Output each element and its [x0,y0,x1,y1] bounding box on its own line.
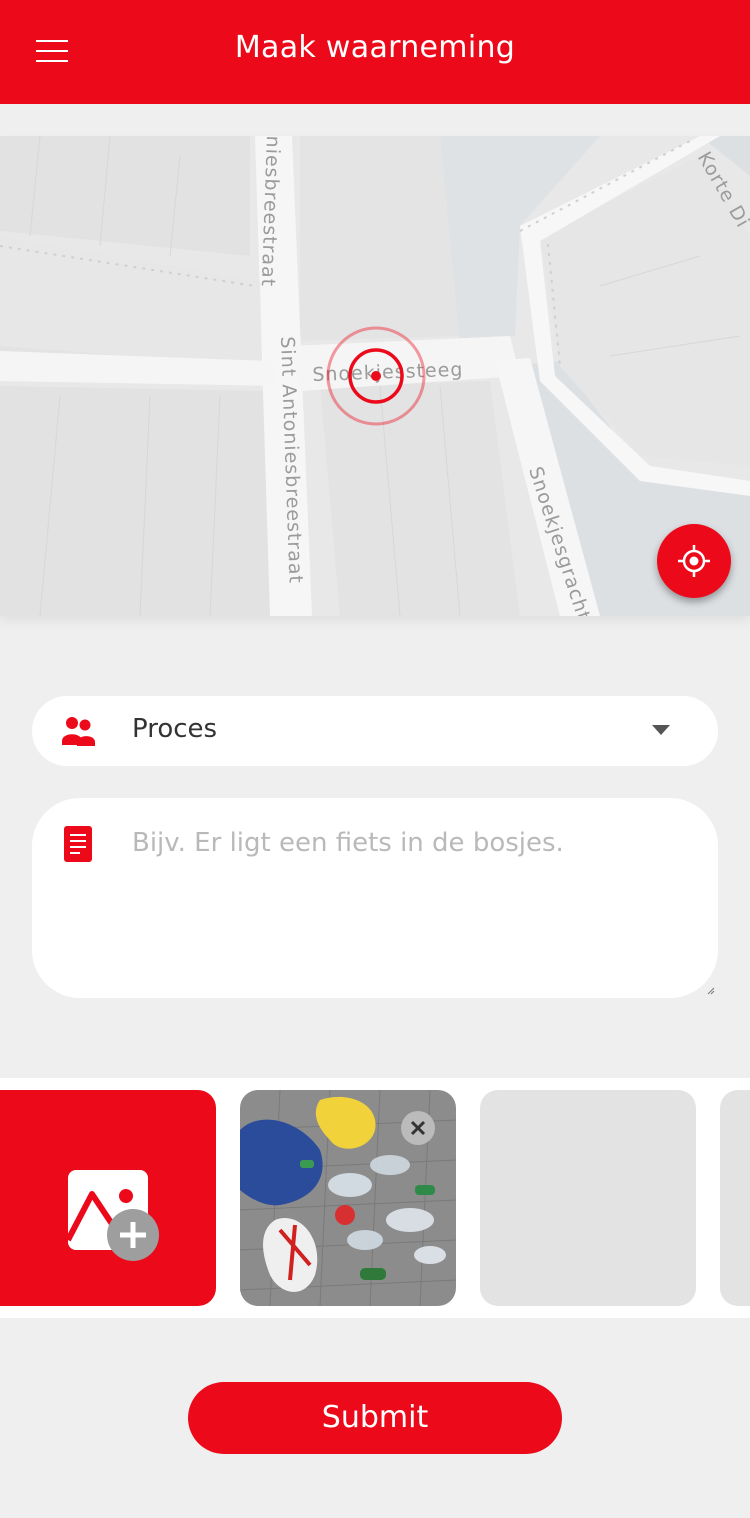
crosshair-icon [678,545,710,577]
page-title: Maak waarneming [234,30,516,65]
resize-handle-icon[interactable] [707,987,715,995]
chevron-down-icon [652,725,670,735]
add-photo-button[interactable] [0,1090,216,1306]
photo-strip[interactable] [0,1078,750,1318]
remove-photo-button[interactable] [401,1111,435,1145]
document-icon [64,826,92,862]
submit-button[interactable]: Submit [188,1382,562,1454]
close-icon [410,1120,426,1136]
users-icon [62,717,95,746]
location-map[interactable]: niesbreestraat Sint Antoniesbreestraat S… [0,136,750,616]
add-image-icon [66,1170,159,1261]
location-marker-icon [326,326,426,426]
photo-thumbnail[interactable] [240,1090,456,1306]
category-value: Proces [132,714,218,744]
description-input[interactable] [132,828,692,968]
locate-me-button[interactable] [657,524,731,598]
description-field [32,798,718,998]
empty-photo-slot [720,1090,750,1306]
app-header: Maak waarneming [0,0,750,104]
empty-photo-slot [480,1090,696,1306]
category-select[interactable]: Proces [32,696,718,766]
